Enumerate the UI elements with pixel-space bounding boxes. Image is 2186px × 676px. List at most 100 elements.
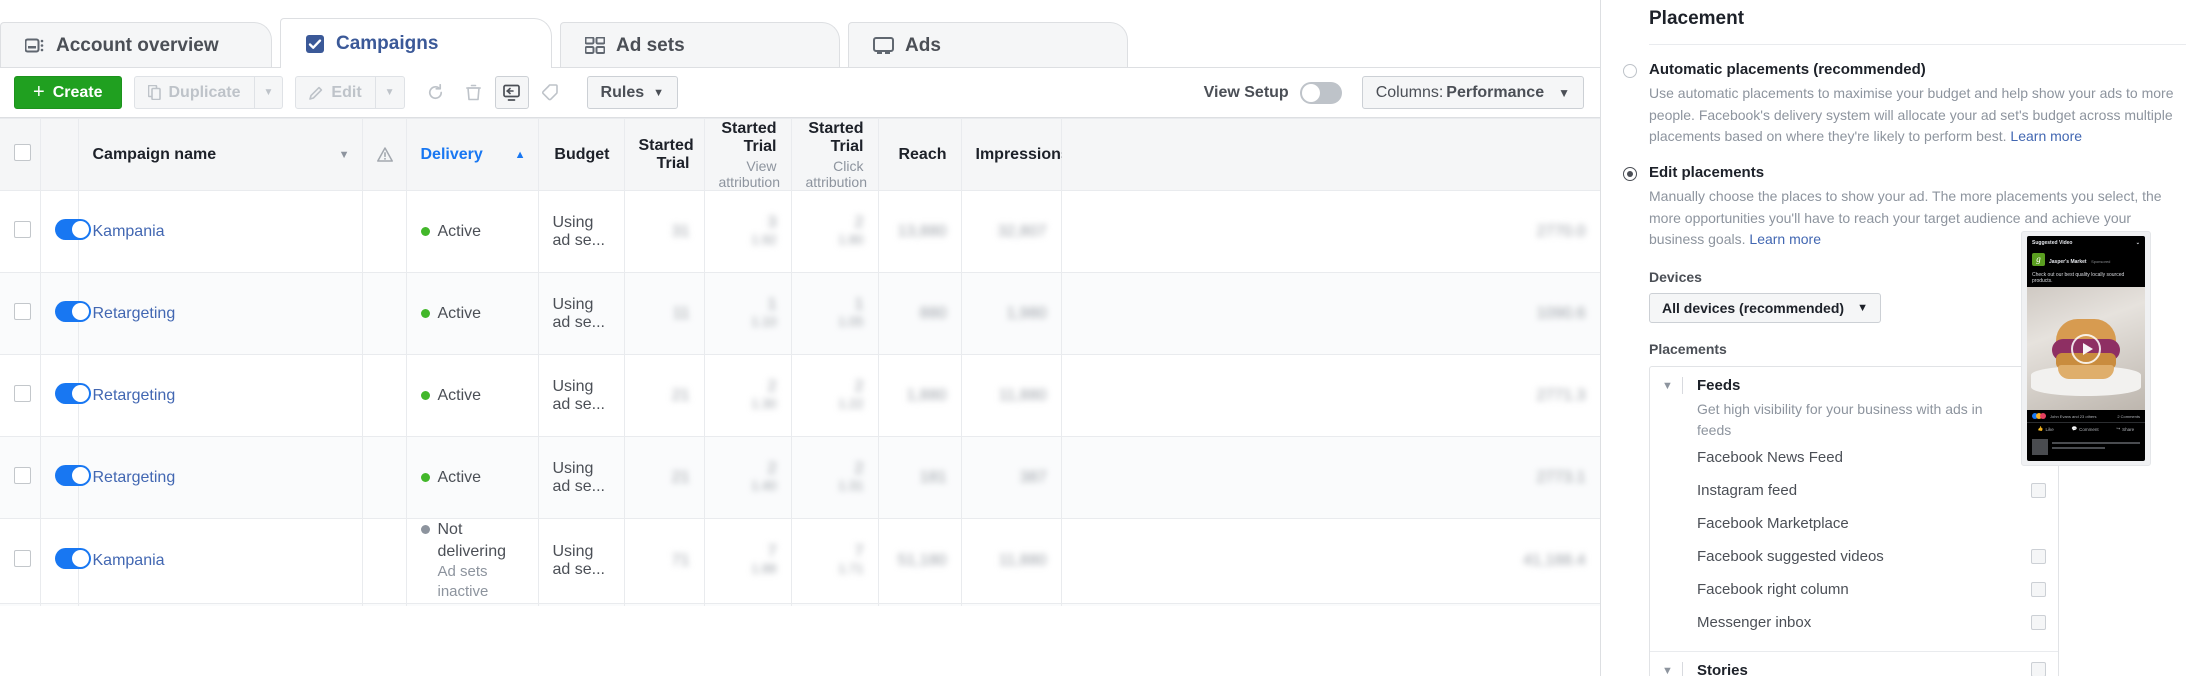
edit-dropdown-button[interactable]: ▼ [375, 76, 405, 109]
learn-more-link[interactable]: Learn more [1749, 231, 1821, 247]
view-setup-toggle[interactable] [1299, 81, 1342, 104]
tag-button[interactable] [533, 76, 567, 109]
campaign-name-link[interactable]: Kampania [93, 223, 165, 240]
automatic-placements-radio[interactable] [1623, 64, 1637, 78]
row-checkbox-cell[interactable] [0, 272, 41, 355]
devices-dropdown[interactable]: All devices (recommended) ▼ [1649, 293, 1881, 324]
chevron-down-icon: ⌄ [2135, 240, 2140, 246]
header-reach-label: Reach [898, 145, 947, 163]
row-checkbox[interactable] [14, 466, 31, 484]
row-checkbox[interactable] [14, 302, 31, 320]
placement-item-facebook-suggested-videos[interactable]: Facebook suggested videos [1662, 540, 2046, 573]
chevron-down-icon[interactable]: ▼ [1662, 662, 1682, 676]
header-campaign-name[interactable]: Campaign name ▼ [78, 118, 363, 191]
row-checkbox-cell[interactable] [0, 518, 41, 604]
export-button[interactable] [494, 76, 529, 109]
row-toggle-cell[interactable] [40, 603, 79, 606]
edit-placements-radio[interactable] [1623, 167, 1637, 182]
row-checkbox[interactable] [14, 549, 31, 567]
preview-comment-action[interactable]: 💬 Comment [2071, 426, 2098, 432]
placement-item-checkbox[interactable] [2031, 582, 2046, 598]
row-name-cell[interactable]: Retargeting [78, 354, 363, 437]
select-all-checkbox[interactable] [14, 143, 31, 161]
tab-ads[interactable]: Ads [848, 22, 1128, 68]
row-toggle-cell[interactable] [40, 518, 91, 604]
automatic-placements-option[interactable]: Automatic placements (recommended) Use a… [1623, 61, 2186, 148]
header-started-trial[interactable]: Started Trial [624, 118, 705, 191]
row-checkbox[interactable] [14, 220, 31, 238]
row-name-cell[interactable]: Kampania [78, 190, 363, 273]
row-checkbox[interactable] [14, 384, 31, 402]
feeds-group-header[interactable]: ▼ Feeds [1662, 377, 2046, 395]
play-button-icon[interactable] [2071, 333, 2101, 364]
view-setup-control[interactable]: View Setup [1204, 81, 1342, 104]
campaign-name-link[interactable]: Retargeting [93, 469, 176, 486]
row-checkbox-cell[interactable] [0, 354, 41, 437]
header-delivery[interactable]: Delivery ▲ [406, 118, 539, 191]
placement-item-checkbox[interactable] [2031, 549, 2046, 565]
chevron-down-icon[interactable]: ▼ [1662, 377, 1682, 392]
row-toggle-cell[interactable] [40, 354, 91, 437]
campaigns-table-scroll[interactable]: Campaign name ▼ Delivery ▲ Budget Starte… [0, 118, 1600, 606]
columns-button[interactable]: Columns: Performance ▼ [1361, 76, 1584, 109]
duplicate-button[interactable]: Duplicate [133, 76, 255, 109]
stories-group-header[interactable]: ▼ Stories [1662, 662, 2046, 676]
row-toggle[interactable] [54, 464, 91, 486]
preview-media[interactable] [2027, 287, 2145, 410]
stories-group-checkbox[interactable] [2031, 662, 2046, 676]
row-toggle[interactable] [54, 300, 91, 322]
row-name-cell[interactable]: Kampania [78, 518, 363, 604]
refresh-button[interactable] [419, 76, 453, 109]
header-started-trial-view[interactable]: Started Trial View attribution [704, 118, 792, 191]
row-started-trial-cell [624, 603, 705, 606]
placement-item-checkbox[interactable] [2031, 615, 2046, 631]
row-checkbox-cell[interactable] [0, 436, 41, 519]
preview-like-action[interactable]: 👍 Like [2038, 426, 2054, 432]
tab-account-overview[interactable]: Account overview [0, 22, 272, 68]
preview-share-action[interactable]: ↪ Share [2116, 426, 2134, 432]
campaign-name-link[interactable]: Retargeting [93, 305, 176, 322]
placement-item-checkbox[interactable] [2031, 483, 2046, 499]
campaign-name-link[interactable]: Kampania [93, 552, 165, 569]
placement-item-instagram-feed[interactable]: Instagram feed [1662, 474, 2046, 507]
header-impressions[interactable]: Impressions [961, 118, 1070, 191]
row-delivery-cell: Not delivering Ad set inactive [406, 603, 539, 606]
select-all-checkbox-header[interactable] [0, 118, 41, 191]
placement-item-facebook-news-feed[interactable]: Facebook News Feed [1662, 441, 2046, 474]
rules-button[interactable]: Rules ▼ [586, 76, 679, 109]
placement-item-facebook-right-column[interactable]: Facebook right column [1662, 573, 2046, 606]
table-row[interactable]: Retargeting Active Using ad se... 21 2 1.… [0, 436, 1600, 519]
tab-ad-sets[interactable]: Ad sets [560, 22, 840, 68]
row-toggle[interactable] [54, 547, 91, 569]
row-name-cell[interactable]: Retargeting [78, 272, 363, 355]
header-started-trial-click[interactable]: Started Trial Click attribution [791, 118, 879, 191]
row-checkbox-cell[interactable] [0, 190, 41, 273]
row-toggle-cell[interactable] [40, 436, 91, 519]
row-name-cell[interactable]: Retargeting [78, 603, 363, 606]
placements-list: ▼ Feeds Get high visibility for your bus… [1649, 366, 2059, 676]
row-name-cell[interactable]: Retargeting [78, 436, 363, 519]
header-reach[interactable]: Reach [878, 118, 962, 191]
table-row[interactable]: Retargeting Not delivering Ad set inacti… [0, 603, 1600, 606]
duplicate-dropdown-button[interactable]: ▼ [254, 76, 284, 109]
row-checkbox-cell[interactable] [0, 603, 41, 606]
header-budget[interactable]: Budget [538, 118, 625, 191]
learn-more-link[interactable]: Learn more [2010, 128, 2082, 144]
table-row[interactable]: Retargeting Active Using ad se... 11 1 1.… [0, 272, 1600, 355]
row-toggle-cell[interactable] [40, 190, 91, 273]
row-toggle[interactable] [54, 382, 91, 404]
delete-button[interactable] [457, 76, 491, 109]
placement-item-facebook-marketplace[interactable]: Facebook Marketplace [1662, 507, 2046, 540]
create-button[interactable]: + Create [14, 76, 122, 109]
table-row[interactable]: Kampania Not delivering Ad sets inactive… [0, 518, 1600, 604]
header-warning[interactable] [362, 118, 407, 191]
table-row[interactable]: Retargeting Active Using ad se... 21 2 1.… [0, 354, 1600, 437]
table-row[interactable]: Kampania Active Using ad se... 31 3 1.92 … [0, 190, 1600, 273]
row-toggle-cell[interactable] [40, 272, 91, 355]
tab-campaigns[interactable]: Campaigns [280, 18, 552, 69]
placement-item-label: Facebook Marketplace [1697, 515, 1849, 533]
row-toggle[interactable] [54, 218, 91, 240]
campaign-name-link[interactable]: Retargeting [93, 387, 176, 404]
placement-item-messenger-inbox[interactable]: Messenger inbox [1662, 606, 2046, 639]
edit-button[interactable]: Edit [295, 76, 376, 109]
